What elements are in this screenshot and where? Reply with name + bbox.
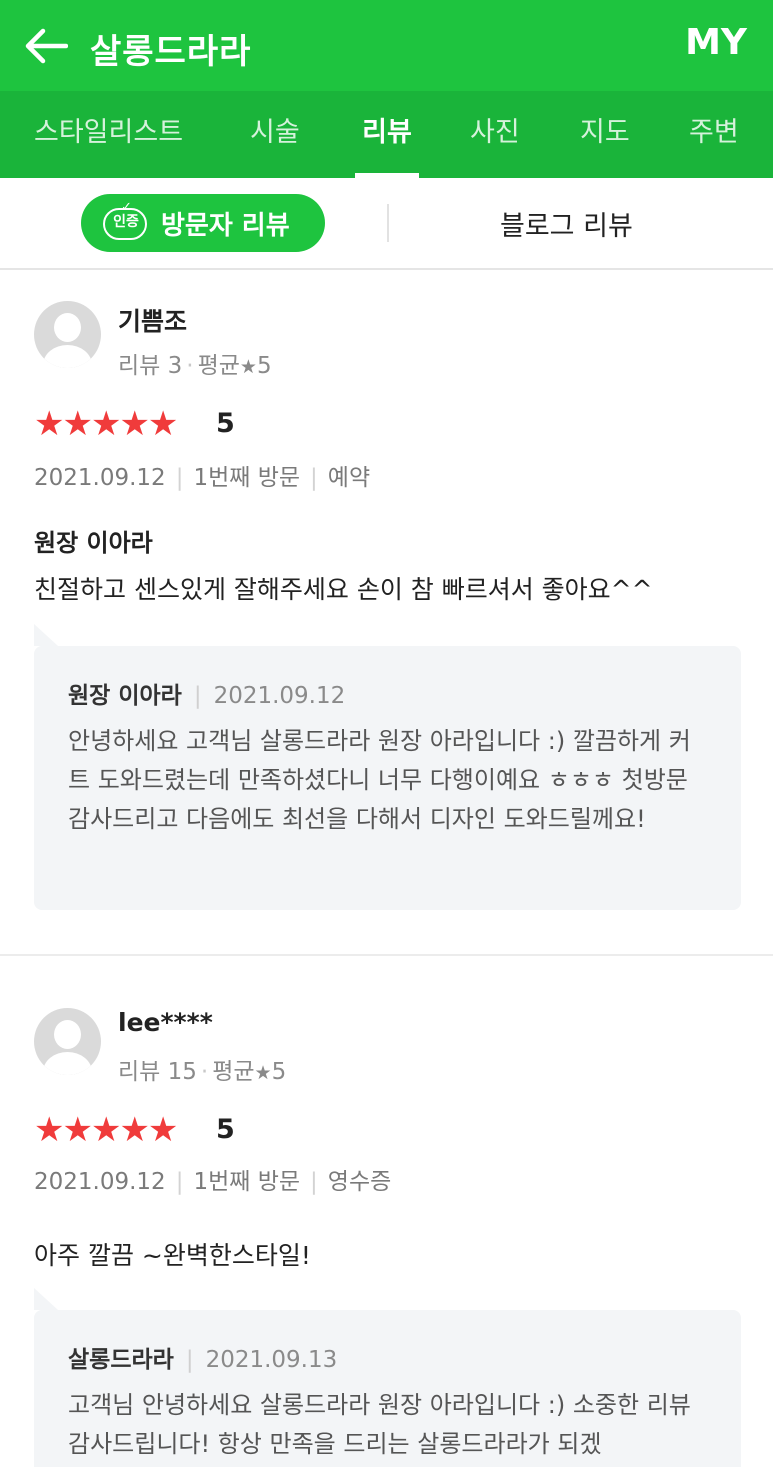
blog-review-button[interactable]: 블로그 리뷰 [500, 204, 633, 243]
star-icon: ★ [239, 356, 257, 378]
verified-badge-icon: ✓ 인증 [101, 200, 151, 242]
reviewer-name[interactable]: lee**** [118, 1008, 213, 1037]
stylist-name: 원장 이아라 [34, 529, 153, 557]
star-icon: ★ [254, 1062, 272, 1084]
reviewer-meta: 리뷰 3 · 평균★5 [118, 353, 272, 379]
visit-count: 1번째 방문 [193, 1169, 301, 1195]
reply-date: 2021.09.13 [205, 1347, 338, 1373]
page-title: 살롱드라라 [90, 32, 252, 72]
avg-label: 평균 [212, 1059, 255, 1085]
review-date: 2021.09.12 [34, 465, 166, 491]
visit-count: 1번째 방문 [193, 465, 301, 491]
review-item: lee**** 리뷰 15 · 평균★5 ★★★★★ 5 2021.09.12 | 1번… [0, 956, 773, 1467]
reply-date: 2021.09.12 [213, 683, 346, 709]
top-bar: 살롱드라라 MY [0, 0, 773, 91]
review-content: 아주 깔끔 ~완벽한스타일! [34, 1241, 311, 1270]
tab-review[interactable]: 리뷰 [355, 91, 419, 178]
reply-author: 살롱드라라 [68, 1347, 174, 1373]
review-count: 리뷰 3 [118, 353, 183, 379]
review-count: 리뷰 15 [118, 1059, 197, 1085]
reply-text: 고객님 안녕하세요 살롱드라라 원장 아라입니다 :) 소중한 리뷰 감사드립니… [68, 1391, 691, 1458]
review-type-segment: ✓ 인증 방문자 리뷰 블로그 리뷰 [0, 178, 773, 270]
arrow-left-icon [25, 28, 68, 64]
tab-bar: 스타일리스트 시술 리뷰 사진 지도 주변 [0, 91, 773, 178]
avatar[interactable] [34, 301, 101, 368]
tab-procedure[interactable]: 시술 [250, 91, 300, 178]
tab-photo[interactable]: 사진 [470, 91, 520, 178]
rating-stars: ★★★★★ [34, 404, 178, 444]
review-date: 2021.09.12 [34, 1169, 166, 1195]
tab-map[interactable]: 지도 [580, 91, 630, 178]
owner-reply: 원장 이아라 | 2021.09.12 안녕하세요 고객님 살롱드라라 원장 아라입… [34, 624, 741, 910]
visit-info: 2021.09.12 | 1번째 방문 | 영수증 [34, 1169, 392, 1195]
avg-label: 평균 [197, 353, 240, 379]
avg-score: 5 [271, 1059, 287, 1085]
review-content: 친절하고 센스있게 잘해주세요 손이 참 빠르셔서 좋아요^^ [34, 575, 653, 604]
back-button[interactable] [22, 22, 70, 70]
visitor-review-button[interactable]: ✓ 인증 방문자 리뷰 [81, 194, 325, 252]
visit-method: 예약 [327, 465, 371, 491]
visitor-review-label: 방문자 리뷰 [161, 210, 290, 241]
reviewer-name[interactable]: 기쁨조 [118, 302, 187, 338]
tab-stylist[interactable]: 스타일리스트 [34, 91, 183, 178]
review-item: 기쁨조 리뷰 3 · 평균★5 ★★★★★ 5 2021.09.12 | 1번째 방문 |… [0, 270, 773, 954]
reply-text: 안녕하세요 고객님 살롱드라라 원장 아라입니다 :) 깔끔하게 커트 도와드렸… [68, 727, 691, 833]
rating-score: 5 [216, 1114, 235, 1145]
rating-stars: ★★★★★ [34, 1110, 178, 1150]
segment-divider [387, 204, 389, 242]
avatar[interactable] [34, 1008, 101, 1075]
my-button[interactable]: MY [685, 22, 747, 63]
reply-author: 원장 이아라 [68, 683, 182, 709]
avg-score: 5 [256, 353, 272, 379]
owner-reply: 살롱드라라 | 2021.09.13 고객님 안녕하세요 살롱드라라 원장 아라입니… [34, 1288, 741, 1467]
visit-info: 2021.09.12 | 1번째 방문 | 예약 [34, 465, 371, 491]
visit-method: 영수증 [327, 1169, 392, 1195]
reviewer-meta: 리뷰 15 · 평균★5 [118, 1059, 287, 1085]
tab-nearby[interactable]: 주변 [689, 91, 739, 178]
rating-score: 5 [216, 408, 235, 439]
